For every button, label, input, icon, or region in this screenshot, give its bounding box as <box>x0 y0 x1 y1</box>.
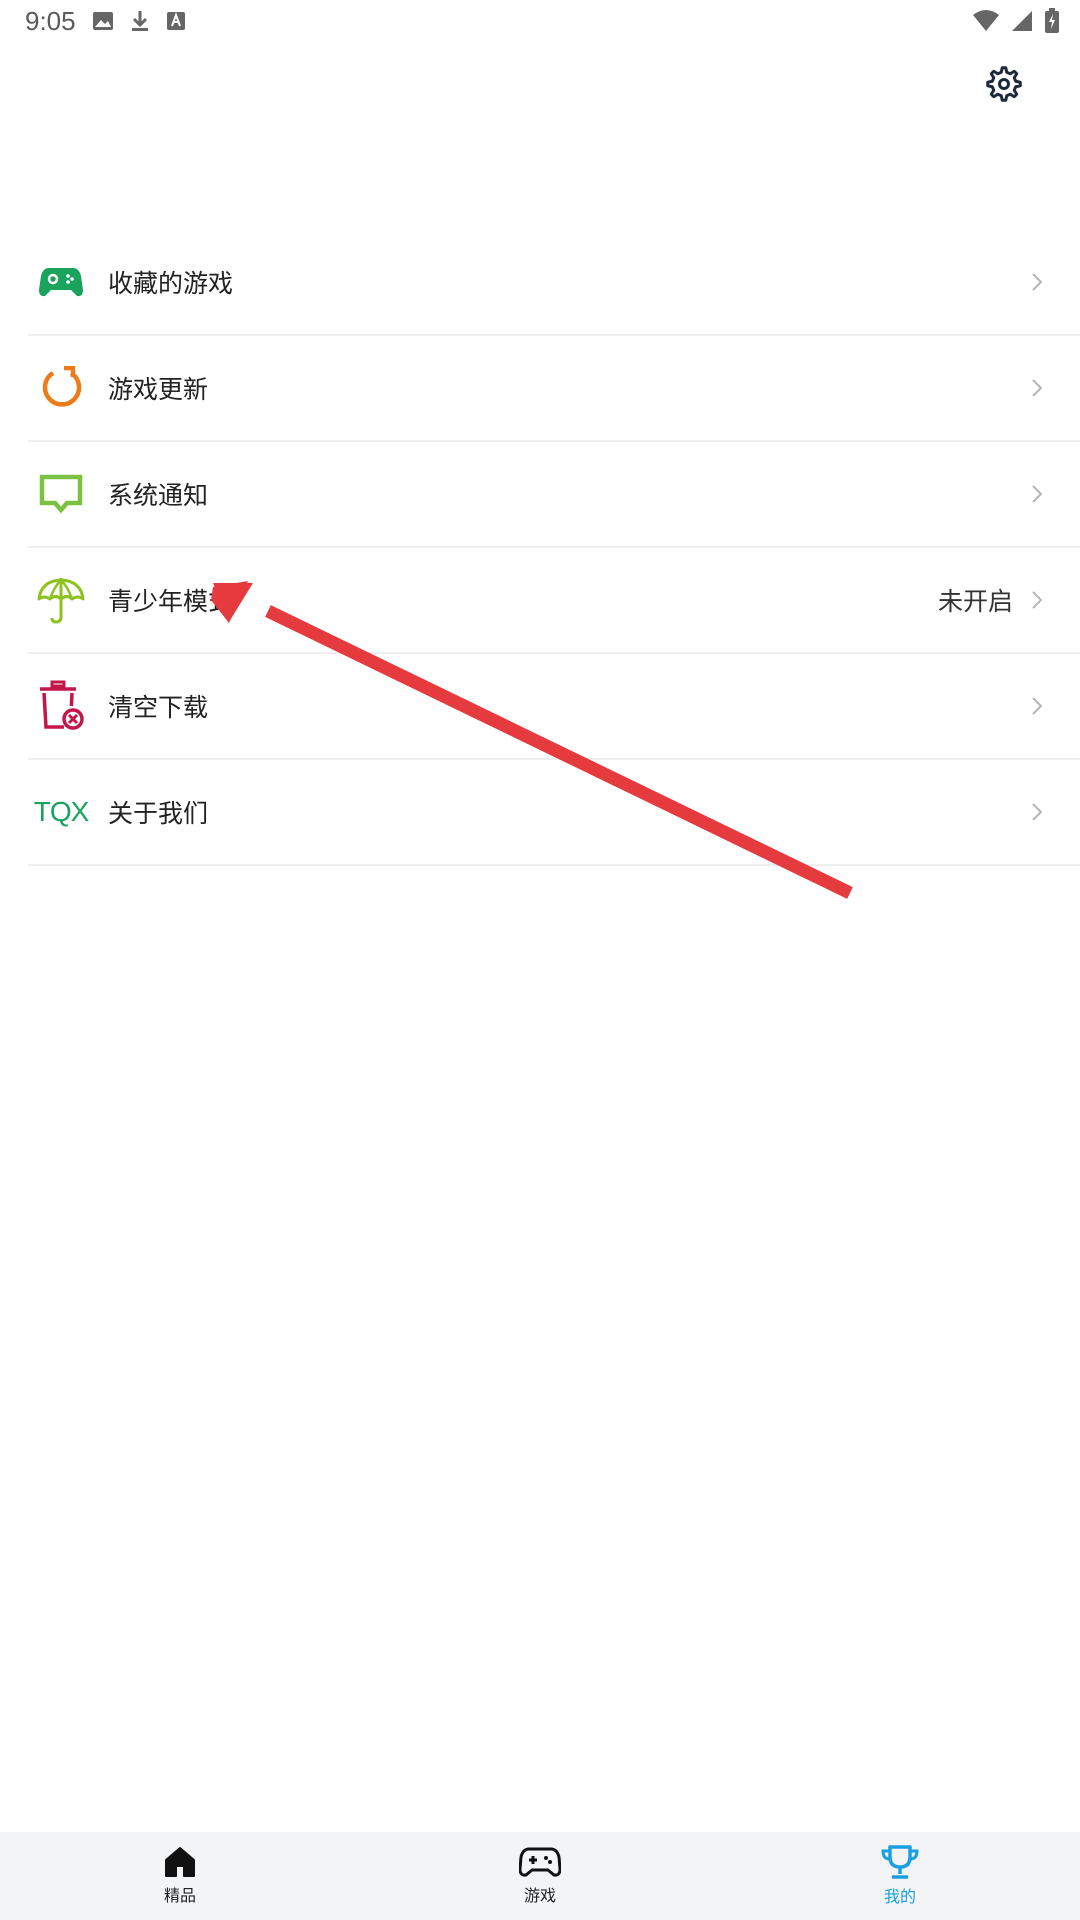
menu-item-favorite-games[interactable]: 收藏的游戏 <box>28 230 1080 336</box>
status-bar: 9:05 <box>0 0 1080 44</box>
menu-item-teen-mode[interactable]: 青少年模式 未开启 <box>28 548 1080 654</box>
tab-featured[interactable]: 精品 <box>0 1832 360 1920</box>
battery-icon <box>1045 8 1059 33</box>
refresh-icon <box>36 363 86 413</box>
chevron-right-icon <box>1030 802 1044 822</box>
image-icon <box>93 12 113 30</box>
bottom-navigation: 精品 游戏 我的 <box>0 1832 1080 1920</box>
gamepad-icon <box>36 257 86 307</box>
settings-button[interactable] <box>980 60 1028 108</box>
font-a-icon <box>167 12 185 30</box>
tqx-logo-icon: TQX <box>33 787 90 837</box>
gear-icon <box>986 66 1022 102</box>
teen-mode-status: 未开启 <box>937 587 1013 616</box>
menu-item-clear-downloads[interactable]: 清空下载 <box>28 654 1080 760</box>
tab-label: 我的 <box>883 1887 916 1906</box>
menu-item-label: 收藏的游戏 <box>108 269 234 298</box>
gamepad-icon <box>519 1847 561 1877</box>
status-time: 9:05 <box>25 6 76 36</box>
home-icon <box>165 1847 195 1877</box>
menu-item-label: 游戏更新 <box>108 375 209 404</box>
trophy-icon <box>881 1845 919 1879</box>
status-notification-icons <box>92 6 186 36</box>
status-system-icons <box>972 6 1060 36</box>
tab-mine[interactable]: 我的 <box>720 1832 1080 1920</box>
download-icon <box>132 11 148 31</box>
tab-label: 游戏 <box>523 1886 556 1905</box>
chevron-right-icon <box>1030 590 1044 610</box>
menu-item-label: 清空下载 <box>108 693 209 722</box>
menu-item-about-us[interactable]: TQX 关于我们 <box>28 760 1080 866</box>
chevron-right-icon <box>1030 484 1044 504</box>
tab-label: 精品 <box>163 1886 196 1905</box>
message-icon <box>36 469 86 519</box>
menu-item-label: 关于我们 <box>108 799 209 828</box>
trash-clear-icon <box>36 680 86 731</box>
umbrella-icon <box>36 575 86 625</box>
menu-item-label: 系统通知 <box>108 481 209 510</box>
chevron-right-icon <box>1030 378 1044 398</box>
menu-item-system-notifications[interactable]: 系统通知 <box>28 442 1080 548</box>
menu-item-label: 青少年模式 <box>108 587 234 616</box>
signal-icon <box>1012 11 1032 31</box>
menu-list: 收藏的游戏 游戏更新 系统通知 青少年模式 未开启 清空下载 TQX 关于我们 <box>28 230 1080 866</box>
chevron-right-icon <box>1030 696 1044 716</box>
tab-games[interactable]: 游戏 <box>360 1832 720 1920</box>
wifi-icon <box>973 10 999 31</box>
menu-item-game-updates[interactable]: 游戏更新 <box>28 336 1080 442</box>
tqx-logo-text: TQX <box>33 796 90 827</box>
chevron-right-icon <box>1030 272 1044 292</box>
